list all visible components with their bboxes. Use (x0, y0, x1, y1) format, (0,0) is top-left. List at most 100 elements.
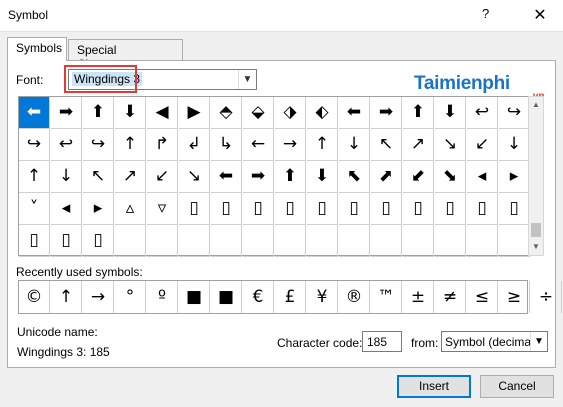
cancel-button[interactable]: Cancel (480, 375, 554, 398)
symbol-cell[interactable]: ▯ (179, 193, 210, 225)
symbol-cell[interactable]: ▯ (467, 193, 498, 225)
symbol-cell[interactable] (179, 225, 210, 257)
symbol-cell[interactable]: ⬗ (275, 97, 306, 129)
symbol-cell[interactable]: ▿ (147, 193, 178, 225)
scroll-thumb[interactable] (531, 223, 541, 237)
symbol-cell[interactable]: ➡ (51, 97, 82, 129)
symbol-cell[interactable]: ⬇ (115, 97, 146, 129)
symbol-cell[interactable]: ← (243, 129, 274, 161)
symbol-cell[interactable]: ⬙ (243, 97, 274, 129)
symbol-cell[interactable] (211, 225, 242, 257)
recent-symbol-cell[interactable]: © (19, 281, 50, 313)
symbol-cell[interactable]: ⬈ (371, 161, 402, 193)
symbol-cell[interactable]: ⬊ (435, 161, 466, 193)
symbol-cell[interactable]: ⬇ (307, 161, 338, 193)
symbol-cell[interactable]: ▯ (275, 193, 306, 225)
character-code-input[interactable]: 185 (362, 331, 402, 352)
symbol-cell[interactable] (499, 225, 530, 257)
symbol-cell[interactable]: ↘ (179, 161, 210, 193)
symbol-cell[interactable]: ⬆ (83, 97, 114, 129)
recent-symbol-cell[interactable]: ± (403, 281, 434, 313)
symbol-cell[interactable]: ➡ (243, 161, 274, 193)
symbol-cell[interactable]: ↑ (19, 161, 50, 193)
symbol-cell[interactable]: ⬆ (275, 161, 306, 193)
symbol-cell[interactable]: ⬘ (211, 97, 242, 129)
symbol-cell[interactable] (307, 225, 338, 257)
symbol-cell[interactable]: ◂ (51, 193, 82, 225)
symbol-cell[interactable]: ▶ (179, 97, 210, 129)
recent-symbols[interactable]: © ↑ → ° º ■ ■ € £ ¥ ® ™ ± ≠ ≤ ≥ ÷ (18, 280, 562, 314)
symbol-cell[interactable]: ▸ (499, 161, 530, 193)
symbol-cell[interactable]: ↑ (307, 129, 338, 161)
symbol-cell[interactable]: ⬋ (403, 161, 434, 193)
recent-symbol-cell[interactable]: ÷ (531, 281, 562, 313)
symbol-cell[interactable]: ⬉ (339, 161, 370, 193)
chevron-down-icon[interactable]: ▼ (238, 70, 256, 89)
symbol-grid-scrollbar[interactable]: ▲ ▼ (528, 96, 544, 256)
scroll-up-icon[interactable]: ▲ (529, 97, 543, 113)
symbol-cell[interactable]: ⬅ (339, 97, 370, 129)
symbol-cell[interactable]: ↪ (499, 97, 530, 129)
recent-symbol-cell[interactable]: € (243, 281, 274, 313)
symbol-cell[interactable]: ↓ (499, 129, 530, 161)
symbol-cell[interactable]: ↗ (403, 129, 434, 161)
symbol-cell[interactable]: ▯ (83, 225, 114, 257)
recent-symbol-cell[interactable]: ≤ (467, 281, 498, 313)
symbol-cell[interactable] (467, 225, 498, 257)
recent-symbol-cell[interactable]: ° (115, 281, 146, 313)
symbol-cell[interactable] (435, 225, 466, 257)
recent-symbol-cell[interactable]: ™ (371, 281, 402, 313)
symbol-cell[interactable]: ▵ (115, 193, 146, 225)
symbol-cell[interactable]: ▯ (339, 193, 370, 225)
recent-symbol-cell[interactable]: ↑ (51, 281, 82, 313)
symbol-cell[interactable]: ↙ (467, 129, 498, 161)
symbol-cell[interactable]: ↑ (115, 129, 146, 161)
symbol-cell[interactable]: ▯ (435, 193, 466, 225)
symbol-cell[interactable]: ↓ (51, 161, 82, 193)
symbol-cell[interactable]: ➡ (371, 97, 402, 129)
symbol-cell[interactable]: ◀ (147, 97, 178, 129)
symbol-cell[interactable]: ▯ (211, 193, 242, 225)
symbol-cell[interactable]: ↪ (19, 129, 50, 161)
symbol-cell[interactable]: ↩ (467, 97, 498, 129)
chevron-down-icon[interactable]: ▼ (530, 332, 547, 351)
symbol-cell[interactable]: ▯ (499, 193, 530, 225)
symbol-cell[interactable]: ↲ (179, 129, 210, 161)
symbol-cell[interactable]: ↗ (115, 161, 146, 193)
recent-symbol-cell[interactable]: ■ (211, 281, 242, 313)
symbol-cell[interactable]: ↙ (147, 161, 178, 193)
recent-symbol-cell[interactable]: º (147, 281, 178, 313)
symbol-cell[interactable] (275, 225, 306, 257)
recent-symbol-cell[interactable]: ≠ (435, 281, 466, 313)
symbol-cell[interactable] (147, 225, 178, 257)
symbol-cell[interactable]: ⬆ (403, 97, 434, 129)
tab-symbols[interactable]: Symbols (7, 37, 67, 61)
recent-symbol-cell[interactable]: ® (339, 281, 370, 313)
symbol-cell[interactable]: ▯ (243, 193, 274, 225)
symbol-cell[interactable] (243, 225, 274, 257)
help-button[interactable]: ? (482, 6, 489, 21)
symbol-cell[interactable]: ▸ (83, 193, 114, 225)
symbol-cell[interactable]: ⬖ (307, 97, 338, 129)
symbol-cell[interactable]: ▯ (403, 193, 434, 225)
recent-symbol-cell[interactable]: £ (275, 281, 306, 313)
recent-symbol-cell[interactable]: ≥ (499, 281, 530, 313)
symbol-cell[interactable] (339, 225, 370, 257)
symbol-cell[interactable]: ↓ (339, 129, 370, 161)
recent-symbol-cell[interactable]: ¥ (307, 281, 338, 313)
symbol-cell[interactable]: ↩ (51, 129, 82, 161)
symbol-cell[interactable] (371, 225, 402, 257)
symbol-cell[interactable] (403, 225, 434, 257)
symbol-cell[interactable]: ⬇ (435, 97, 466, 129)
symbol-cell[interactable]: ▯ (307, 193, 338, 225)
symbol-cell[interactable]: ▯ (371, 193, 402, 225)
symbol-cell[interactable]: ⬅ (19, 97, 50, 129)
insert-button[interactable]: Insert (397, 375, 471, 398)
tab-special-characters[interactable]: Special Characters (68, 39, 183, 71)
symbol-cell[interactable]: ↳ (211, 129, 242, 161)
symbol-cell[interactable]: ˅ (19, 193, 50, 225)
recent-symbol-cell[interactable]: → (83, 281, 114, 313)
symbol-cell[interactable]: ▯ (19, 225, 50, 257)
symbol-grid[interactable]: ⬅ ➡ ⬆ ⬇ ◀ ▶ ⬘ ⬙ ⬗ ⬖ ⬅ ➡ ⬆ ⬇ ↩ ↪ ↪ ↩ ↪ ↑ ↱ ↲ ↳ ← → ↑ ↓ ↖ ↗ ↘ ↙ ↓ ↑ ↓ ↖ ↗ ↙ ↘ ⬅ ➡… (18, 96, 530, 257)
scroll-down-icon[interactable]: ▼ (529, 239, 543, 255)
